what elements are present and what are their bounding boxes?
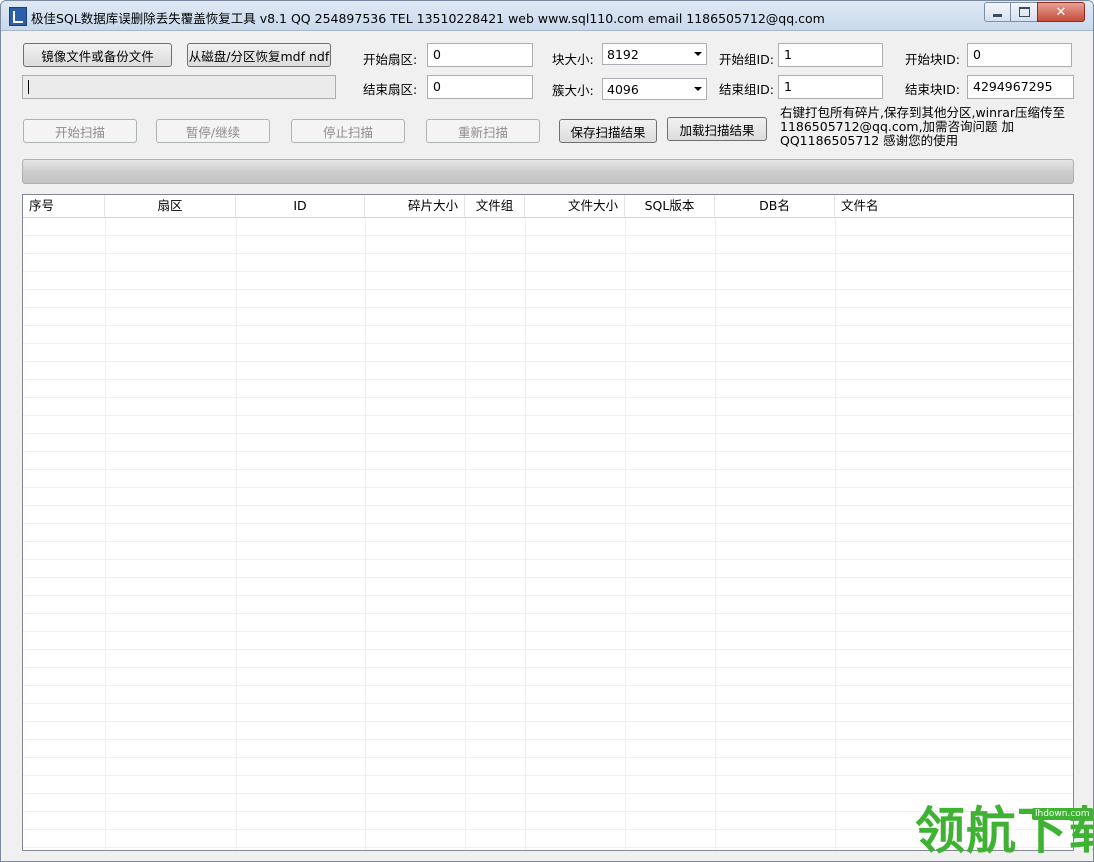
column-header[interactable]: ID (236, 195, 365, 217)
close-button[interactable]: ✕ (1037, 2, 1085, 22)
start-group-id-input[interactable]: 1 (778, 43, 883, 67)
start-block-id-input[interactable]: 0 (967, 43, 1072, 67)
recover-disk-button[interactable]: 从磁盘/分区恢复mdf ndf (187, 43, 331, 67)
app-icon (9, 7, 27, 26)
start-sector-input[interactable]: 0 (427, 43, 533, 67)
chevron-down-icon (694, 87, 702, 91)
usage-note-line: 1186505712@qq.com,加需咨询问题 加 (780, 119, 1015, 134)
column-divider (365, 218, 366, 850)
table-header: 序号 扇区 ID 碎片大小 文件组 文件大小 SQL版本 DB名 文件名 (23, 195, 1073, 218)
column-divider (465, 218, 466, 850)
block-size-value: 8192 (607, 47, 639, 62)
column-header[interactable]: 序号 (23, 195, 105, 217)
start-group-id-label: 开始组ID: (719, 52, 775, 67)
column-header[interactable]: 碎片大小 (365, 195, 465, 217)
window-title: 极佳SQL数据库误删除丢失覆盖恢复工具 v8.1 QQ 254897536 TE… (31, 11, 825, 26)
column-divider (715, 218, 716, 850)
image-file-button[interactable]: 镜像文件或备份文件 (23, 43, 172, 67)
block-size-select[interactable]: 8192 (602, 43, 707, 65)
main-window: 极佳SQL数据库误删除丢失覆盖恢复工具 v8.1 QQ 254897536 TE… (0, 0, 1094, 862)
end-group-id-input[interactable]: 1 (778, 75, 883, 99)
usage-note: 右键打包所有碎片,保存到其他分区,winrar压缩传至 1186505712@q… (780, 106, 1080, 148)
column-divider (236, 218, 237, 850)
usage-note-line: QQ1186505712 感谢您的使用 (780, 133, 959, 148)
column-header[interactable]: 扇区 (105, 195, 236, 217)
load-results-button[interactable]: 加载扫描结果 (667, 117, 767, 141)
minimize-button[interactable] (984, 2, 1011, 22)
start-sector-label: 开始扇区: (363, 52, 418, 67)
end-sector-input[interactable]: 0 (427, 75, 533, 99)
column-divider (525, 218, 526, 850)
minimize-icon (993, 13, 1002, 17)
column-divider (625, 218, 626, 850)
stop-scan-button[interactable]: 停止扫描 (291, 119, 405, 143)
close-icon: ✕ (1055, 4, 1067, 20)
watermark-logo: 领航下载 lhdown.com (909, 803, 1093, 859)
text-caret (28, 80, 29, 94)
chevron-down-icon (694, 52, 702, 56)
start-block-id-label: 开始块ID: (905, 52, 961, 67)
end-group-id-label: 结束组ID: (719, 82, 775, 97)
end-block-id-label: 结束块ID: (905, 82, 961, 97)
results-table[interactable]: 序号 扇区 ID 碎片大小 文件组 文件大小 SQL版本 DB名 文件名 (22, 194, 1074, 851)
pause-continue-button[interactable]: 暂停/继续 (156, 119, 270, 143)
block-size-label: 块大小: (552, 52, 594, 67)
cluster-size-label: 簇大小: (552, 83, 594, 98)
rescan-button[interactable]: 重新扫描 (426, 119, 540, 143)
column-divider (835, 218, 836, 850)
maximize-icon (1018, 7, 1030, 17)
column-header[interactable]: 文件名 (835, 195, 1073, 217)
cluster-size-select[interactable]: 4096 (602, 78, 707, 100)
maximize-button[interactable] (1010, 2, 1038, 22)
scan-progress-bar (22, 159, 1074, 184)
end-block-id-input[interactable]: 4294967295 (967, 75, 1074, 99)
table-grid (23, 218, 1073, 850)
save-results-button[interactable]: 保存扫描结果 (559, 119, 657, 143)
file-path-field[interactable] (22, 75, 336, 99)
column-divider (105, 218, 106, 850)
column-header[interactable]: 文件组 (465, 195, 525, 217)
watermark-site: lhdown.com (1032, 808, 1093, 820)
column-header[interactable]: SQL版本 (625, 195, 715, 217)
end-sector-label: 结束扇区: (363, 82, 418, 97)
usage-note-line: 右键打包所有碎片,保存到其他分区,winrar压缩传至 (780, 105, 1066, 120)
cluster-size-value: 4096 (607, 82, 639, 97)
column-header[interactable]: 文件大小 (525, 195, 625, 217)
title-bar[interactable]: 极佳SQL数据库误删除丢失覆盖恢复工具 v8.1 QQ 254897536 TE… (1, 1, 1093, 31)
start-scan-button[interactable]: 开始扫描 (23, 119, 137, 143)
column-header[interactable]: DB名 (715, 195, 835, 217)
